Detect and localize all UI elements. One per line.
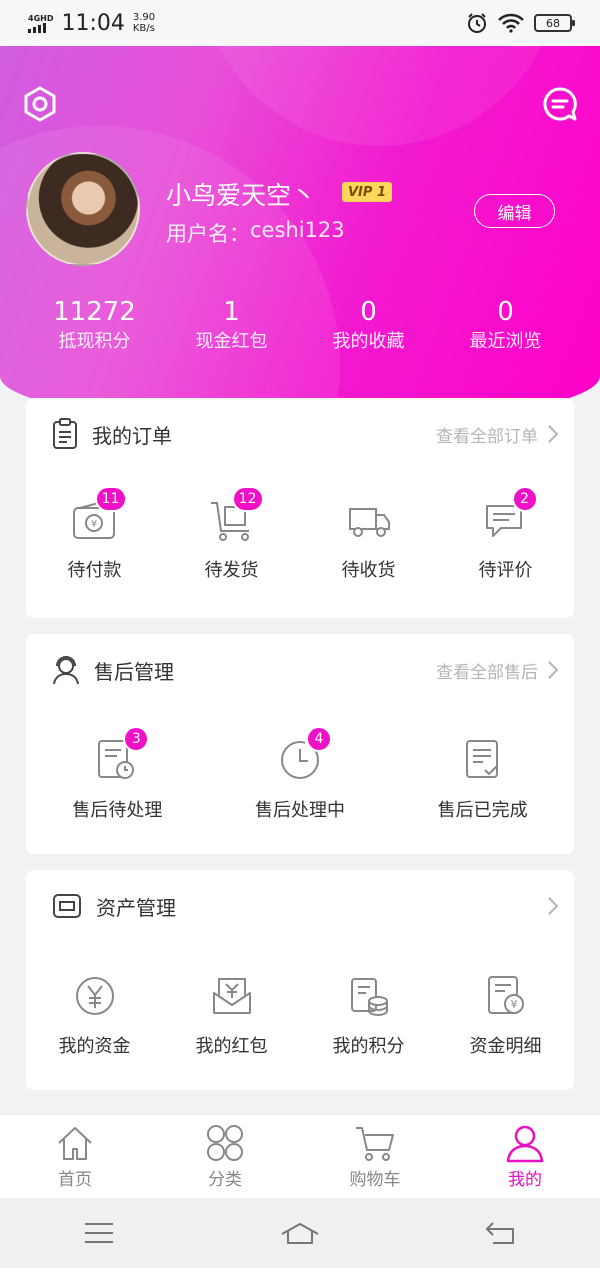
order-pending-receipt[interactable]: 待收货 [300, 494, 437, 582]
home-icon [58, 1127, 92, 1160]
tab-home[interactable]: 首页 [0, 1115, 150, 1198]
stat-points[interactable]: 11272 抵现积分 [26, 296, 163, 356]
network-type: 4GHD [28, 13, 54, 23]
system-navbar [0, 1198, 600, 1268]
yen-circle-icon [75, 977, 114, 1015]
status-bar: 4GHD 11:04 3.90 KB/s 68 [0, 0, 600, 46]
network-speed: 3.90 KB/s [132, 12, 156, 34]
aftersale-header[interactable]: 售后管理 查看全部售后 [26, 634, 574, 706]
coins-icon [350, 978, 388, 1017]
my-points[interactable]: 我的积分 [300, 970, 437, 1058]
fund-details[interactable]: ¥ 资金明细 [437, 970, 574, 1058]
aftersale-pending[interactable]: 3 售后待处理 [26, 726, 209, 822]
user-icon [506, 1125, 544, 1163]
chevron-right-icon [548, 661, 558, 679]
badge-count: 11 [94, 486, 127, 512]
badge-count: 12 [231, 486, 264, 512]
stats-row: 11272 抵现积分 1 现金红包 0 我的收藏 0 最近浏览 [26, 296, 574, 356]
aftersale-title: 售后管理 [94, 659, 174, 684]
badge-count: 4 [306, 726, 332, 752]
username-label: 用户名： [166, 222, 250, 246]
view-all-aftersale[interactable]: 查看全部售后 [436, 658, 558, 683]
order-pending-payment[interactable]: ¥ 11 待付款 [26, 486, 163, 582]
clock: 11:04 [61, 10, 125, 36]
tab-category[interactable]: 分类 [150, 1115, 300, 1198]
grid-icon [207, 1125, 243, 1161]
badge-count: 2 [511, 486, 538, 512]
bill-detail-icon: ¥ [487, 976, 524, 1014]
message-icon[interactable] [540, 84, 580, 124]
view-all-orders[interactable]: 查看全部订单 [436, 422, 558, 447]
assets-title: 资产管理 [96, 895, 176, 920]
edit-button[interactable]: 编辑 [474, 194, 555, 228]
back-icon[interactable] [485, 1221, 517, 1245]
settings-icon[interactable] [20, 84, 60, 124]
orders-header[interactable]: 我的订单 查看全部订单 [26, 398, 574, 470]
order-pending-shipment[interactable]: 12 待发货 [163, 486, 300, 582]
tab-cart[interactable]: 购物车 [300, 1115, 450, 1198]
truck-icon [348, 508, 390, 537]
view-assets[interactable] [538, 897, 558, 915]
menu-icon[interactable] [83, 1221, 115, 1245]
home-nav-icon[interactable] [280, 1221, 320, 1245]
username-value: ceshi123 [250, 218, 345, 242]
chevron-right-icon [548, 425, 558, 443]
tab-mine[interactable]: 我的 [450, 1115, 600, 1198]
aftersale-card: 售后管理 查看全部售后 3 售后待处理 4 售后处理中 售后已完成 [26, 634, 574, 854]
badge-count: 3 [123, 726, 150, 752]
svg-text:¥: ¥ [90, 519, 96, 530]
svg-text:¥: ¥ [510, 998, 517, 1011]
cart-icon [356, 1127, 394, 1161]
profile-header: 小鸟爱天空丶 VIP 1 用户名： ceshi123 编辑 11272 抵现积分… [0, 46, 600, 426]
avatar[interactable] [26, 152, 140, 266]
bottom-tabbar: 首页 分类 购物车 我的 [0, 1114, 600, 1198]
aftersale-completed[interactable]: 售后已完成 [391, 734, 574, 822]
red-envelope-icon [212, 978, 251, 1014]
chevron-right-icon [548, 897, 558, 915]
vip-badge: VIP 1 [342, 182, 392, 202]
signal-icon: 4GHD [28, 14, 53, 33]
assets-header[interactable]: 资产管理 [26, 870, 574, 942]
wifi-icon [498, 13, 524, 33]
aftersale-processing[interactable]: 4 售后处理中 [209, 726, 392, 822]
document-check-icon [465, 740, 498, 778]
alarm-icon [468, 13, 486, 33]
wallet-icon [53, 894, 81, 918]
my-funds[interactable]: 我的资金 [26, 970, 163, 1058]
stat-favorites[interactable]: 0 我的收藏 [300, 296, 437, 356]
clipboard-icon [53, 418, 77, 449]
stat-recent[interactable]: 0 最近浏览 [437, 296, 574, 356]
battery-icon: 68 [534, 14, 575, 32]
order-pending-review[interactable]: 2 待评价 [437, 486, 574, 582]
username-line: 用户名： ceshi123 [166, 218, 345, 248]
stat-red-packet[interactable]: 1 现金红包 [163, 296, 300, 356]
orders-title: 我的订单 [92, 423, 172, 448]
orders-card: 我的订单 查看全部订单 ¥ 11 待付款 12 待发货 待收货 2 待评价 [26, 398, 574, 618]
customer-service-icon [53, 656, 79, 685]
my-red-envelope[interactable]: 我的红包 [163, 970, 300, 1058]
nickname: 小鸟爱天空丶 [166, 181, 317, 210]
assets-card: 资产管理 我的资金 我的红包 我的积分 ¥ 资金明细 [26, 870, 574, 1090]
